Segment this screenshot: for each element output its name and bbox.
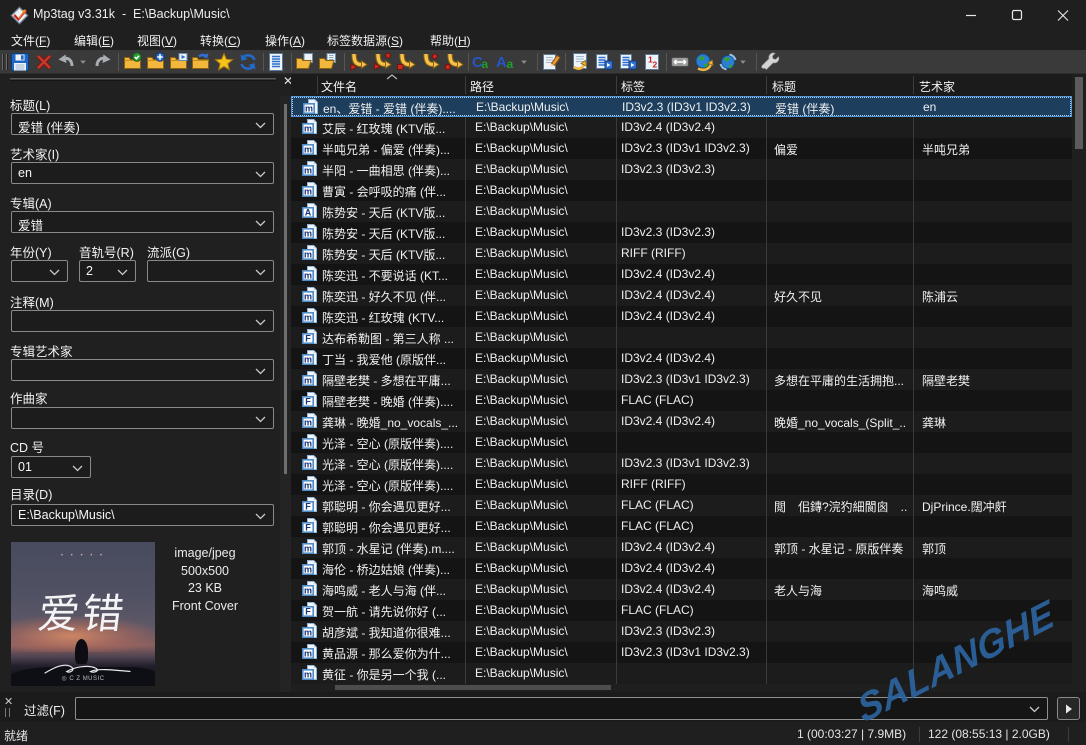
svg-text:m: m: [304, 375, 312, 385]
svg-text:m: m: [305, 103, 313, 113]
svg-text:m: m: [304, 228, 312, 238]
svg-text:m: m: [304, 186, 312, 196]
svg-text:m: m: [304, 627, 312, 637]
svg-text:m: m: [304, 270, 312, 280]
svg-text:m: m: [304, 417, 312, 427]
svg-text:m: m: [304, 144, 312, 154]
svg-text:a: a: [482, 57, 489, 71]
svg-text:m: m: [304, 669, 312, 679]
svg-text:m: m: [304, 312, 312, 322]
svg-text:F: F: [305, 396, 311, 406]
svg-text:m: m: [304, 480, 312, 490]
svg-text:m: m: [304, 165, 312, 175]
svg-text:m: m: [304, 354, 312, 364]
svg-text:A: A: [305, 207, 312, 217]
svg-text:A: A: [496, 54, 507, 71]
svg-text:m: m: [304, 123, 312, 133]
svg-text:F: F: [305, 501, 311, 511]
svg-text:F: F: [305, 522, 311, 532]
svg-text:m: m: [304, 438, 312, 448]
svg-text:m: m: [304, 249, 312, 259]
svg-text:F: F: [305, 606, 311, 616]
svg-text:m: m: [304, 291, 312, 301]
svg-text:m: m: [304, 543, 312, 553]
svg-text:m: m: [304, 564, 312, 574]
svg-text:a: a: [507, 57, 514, 71]
svg-text:m: m: [304, 459, 312, 469]
svg-text:m: m: [304, 648, 312, 658]
svg-text:F: F: [305, 333, 311, 343]
svg-text:2: 2: [653, 60, 658, 70]
svg-text:m: m: [304, 585, 312, 595]
